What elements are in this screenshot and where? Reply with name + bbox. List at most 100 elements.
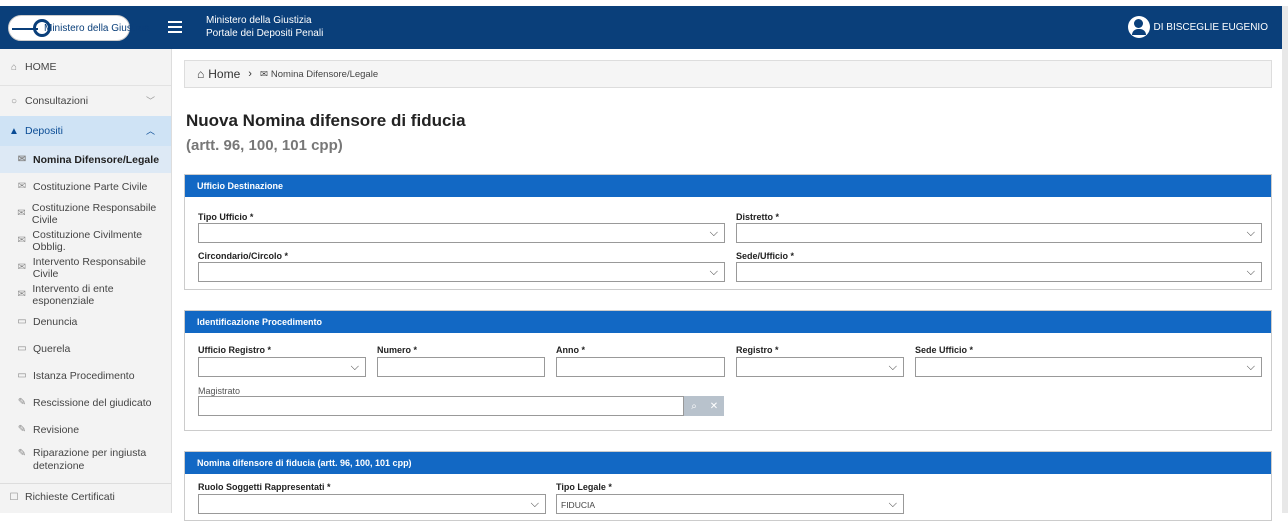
sede-ufficio-select[interactable]: ⌵	[736, 262, 1262, 282]
sidebar-item-label: Rescissione del giudicato	[33, 396, 152, 409]
sidebar-item-parte-civile[interactable]: ✉ Costituzione Parte Civile	[0, 173, 171, 200]
tipo-legale-value: FIDUCIA	[561, 500, 595, 510]
sidebar-item-label: Costituzione Parte Civile	[33, 180, 148, 193]
chevron-down-icon: ﹀	[145, 96, 155, 106]
sidebar-item-label: Nomina Difensore/Legale	[33, 153, 160, 166]
ufficio-registro-select[interactable]: ⌵	[198, 357, 366, 377]
chevron-down-icon: ⌵	[530, 498, 539, 510]
sede-ufficio-label: Sede/Ufficio *	[736, 251, 795, 261]
sidebar-item-label: Istanza Procedimento	[33, 369, 135, 382]
sidebar-item-istanza[interactable]: ▭ Istanza Procedimento	[0, 362, 171, 389]
chevron-down-icon: ⌵	[888, 361, 897, 373]
registro-label: Registro *	[736, 345, 779, 355]
page-title: Nuova Nomina difensore di fiducia	[186, 111, 466, 130]
envelope-icon: ✉	[17, 154, 27, 165]
tipo-legale-select[interactable]: FIDUCIA ⌵	[556, 494, 904, 514]
chevron-down-icon: ⌵	[888, 498, 897, 510]
sidebar-item-label: Costituzione Responsabile Civile	[31, 201, 157, 226]
document-icon: ▭	[17, 343, 27, 354]
envelope-icon: ✉	[17, 289, 26, 300]
magistrato-input[interactable]	[198, 396, 684, 416]
numero-input[interactable]	[377, 357, 545, 377]
sidebar-item-label: Riparazione per ingiusta detenzione	[33, 447, 147, 472]
home-icon: ⌂	[10, 61, 18, 73]
page-subtitle: (artt. 96, 100, 101 cpp)	[186, 137, 343, 154]
app-title-line2: Portale dei Depositi Penali	[206, 28, 324, 39]
sidebar-item-consultazioni[interactable]: ○ Consultazioni ﹀	[0, 86, 171, 116]
anno-label: Anno *	[556, 345, 585, 355]
sidebar-item-label: Depositi	[25, 125, 63, 137]
chevron-down-icon: ⌵	[709, 227, 718, 239]
sidebar-item-label: Intervento di ente esponenziale	[32, 282, 114, 307]
sidebar-item-intervento-ente[interactable]: ✉ Intervento di ente esponenziale	[0, 281, 171, 308]
envelope-icon: ✉	[17, 235, 26, 246]
sidebar-item-responsabile-civile[interactable]: ✉ Costituzione Responsabile Civile	[0, 200, 171, 227]
logo-text: Ministero della Giustizia	[44, 23, 150, 34]
document-icon: ▭	[17, 316, 27, 327]
checkbox-icon: ☐	[9, 491, 19, 503]
sidebar-item-label: Consultazioni	[25, 95, 89, 107]
circondario-select[interactable]: ⌵	[198, 262, 725, 282]
breadcrumb-home[interactable]: Home	[208, 67, 240, 81]
sidebar-item-rescissione[interactable]: ✎ Rescissione del giudicato	[0, 389, 171, 416]
anno-input[interactable]	[556, 357, 725, 377]
tipo-ufficio-label: Tipo Ufficio *	[198, 212, 254, 222]
sidebar-item-denuncia[interactable]: ▭ Denuncia	[0, 308, 171, 335]
search-icon: ○	[10, 95, 18, 107]
numero-label: Numero *	[377, 345, 418, 355]
graduation-cap-icon: ▲	[9, 125, 19, 137]
ufficio-registro-label: Ufficio Registro *	[198, 345, 272, 355]
envelope-icon: ✉	[17, 181, 27, 192]
sidebar-item-revisione[interactable]: ✎ Revisione	[0, 416, 171, 443]
chevron-down-icon: ⌵	[709, 266, 718, 278]
sidebar-item-label: Richieste Certificati	[25, 491, 115, 503]
sidebar-item-label: Costituzione Civilmente Obblig.	[32, 228, 143, 253]
sidebar-item-label: Denuncia	[33, 315, 78, 328]
sidebar-item-depositi[interactable]: ▲ Depositi ︿	[0, 116, 171, 146]
panel-nomina-difensore: Nomina difensore di fiducia (artt. 96, 1…	[184, 451, 1272, 521]
circondario-label: Circondario/Circolo *	[198, 251, 289, 261]
breadcrumb: ⌂ Home › ✉ Nomina Difensore/Legale	[184, 60, 1272, 88]
menu-toggle-icon[interactable]	[168, 21, 182, 33]
panel-ufficio-destinazione: Ufficio Destinazione Tipo Ufficio * ⌵ Di…	[184, 174, 1272, 290]
chevron-down-icon: ⌵	[350, 361, 359, 373]
sede-ufficio-proc-label: Sede Ufficio *	[915, 345, 974, 355]
panel-heading: Nomina difensore di fiducia (artt. 96, 1…	[185, 452, 1271, 474]
chevron-down-icon: ⌵	[1246, 361, 1255, 373]
app-title: Ministero della Giustizia Portale dei De…	[206, 14, 323, 40]
envelope-icon: ✉	[259, 68, 268, 80]
sidebar-item-intervento-resp[interactable]: ✉ Intervento Responsabile Civile	[0, 254, 171, 281]
logo[interactable]: Ministero della Giustizia	[8, 15, 150, 41]
sidebar-item-home[interactable]: ⌂ HOME	[0, 49, 171, 86]
edit-icon: ✎	[17, 397, 27, 408]
chevron-down-icon: ⌵	[1246, 266, 1255, 278]
magistrato-search-button[interactable]: ⌕	[684, 396, 704, 416]
sidebar-item-civilmente-obblig[interactable]: ✉ Costituzione Civilmente Obblig.	[0, 227, 171, 254]
distretto-select[interactable]: ⌵	[736, 223, 1262, 243]
envelope-icon: ✉	[17, 262, 27, 273]
user-menu[interactable]: DI BISCEGLIE EUGENIO	[1127, 16, 1268, 38]
chevron-down-icon: ⌵	[1246, 227, 1255, 239]
panel-heading: Identificazione Procedimento	[185, 311, 1271, 333]
close-icon: ✕	[709, 400, 719, 412]
sidebar-item-richieste-certificati[interactable]: ☐ Richieste Certificati	[0, 483, 171, 510]
sidebar-item-label: Revisione	[33, 423, 80, 436]
page-scrollbar[interactable]	[1282, 6, 1288, 513]
sidebar-item-label: HOME	[25, 61, 57, 73]
app-title-line1: Ministero della Giustizia	[206, 15, 312, 26]
sidebar: ⌂ HOME ○ Consultazioni ﹀ ▲ Depositi ︿ ✉ …	[0, 49, 172, 513]
tipo-ufficio-select[interactable]: ⌵	[198, 223, 725, 243]
magistrato-clear-button[interactable]: ✕	[704, 396, 724, 416]
sidebar-item-nomina[interactable]: ✉ Nomina Difensore/Legale	[0, 146, 171, 173]
user-name: DI BISCEGLIE EUGENIO	[1153, 21, 1268, 33]
sidebar-item-querela[interactable]: ▭ Querela	[0, 335, 171, 362]
sidebar-item-riparazione[interactable]: ✎ Riparazione per ingiusta detenzione	[0, 443, 171, 483]
registro-select[interactable]: ⌵	[736, 357, 904, 377]
home-icon: ⌂	[197, 67, 205, 81]
envelope-icon: ✉	[17, 208, 26, 219]
ruolo-select[interactable]: ⌵	[198, 494, 546, 514]
sede-ufficio-proc-select[interactable]: ⌵	[915, 357, 1262, 377]
search-icon: ⌕	[691, 400, 697, 412]
distretto-label: Distretto *	[736, 212, 780, 222]
tipo-legale-label: Tipo Legale *	[556, 482, 612, 492]
